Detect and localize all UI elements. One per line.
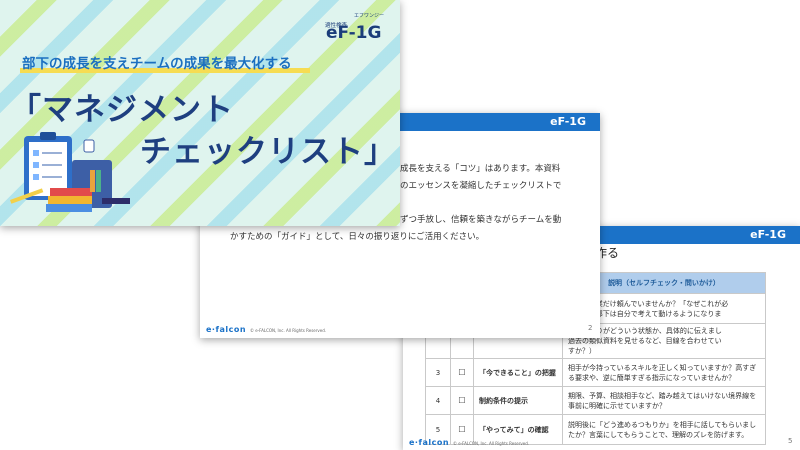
checkbox[interactable]: ☐ (450, 358, 474, 387)
row-item: 「今できること」の把握 (473, 358, 563, 387)
header-logo: eF-1G (550, 115, 586, 128)
cover-title-line2: チェックリスト」 (140, 134, 396, 170)
cover-title-line1: 「マネジメント (10, 92, 234, 128)
footer-logo: e·falcon (206, 325, 247, 334)
row-item: 制約条件の提示 (473, 386, 563, 415)
table-row: 3 ☐ 「今できること」の把握 相手が今持っているスキルを正しく知っていますか？… (425, 358, 766, 387)
table-row: 4 ☐ 制約条件の提示 期限、予算、相談相手など、踏み越えてはいけない境界線を事… (425, 386, 766, 415)
row-number: 4 (425, 386, 451, 415)
brand-logo: eF-1G (326, 23, 382, 43)
cover-subtitle: 部下の成長を支えチームの成果を最大化する (22, 56, 292, 72)
checkbox[interactable]: ☐ (450, 386, 474, 415)
footer-copyright: © e-FALCON, Inc. All Rights Reserved. (453, 441, 530, 446)
checkbox[interactable]: ☐ (450, 414, 474, 445)
footer-copyright: © e-FALCON, Inc. All Rights Reserved. (250, 328, 327, 333)
table-row: 5 ☐ 「やってみて」の確認 説明後に「どう進めるつもりか」を相手に話してもらい… (425, 414, 766, 445)
page-number: 2 (588, 324, 593, 332)
footer-logo: e·falcon (409, 438, 450, 447)
intro-line: かすための「ガイド」として、日々の振り返りにご活用ください。 (230, 232, 485, 242)
row-desc: 相手が今持っているスキルを正しく知っていますか？高すぎる要求や、逆に簡単すぎる指… (562, 358, 766, 387)
page-number: 5 (788, 437, 793, 445)
intro-line: ずつ手放し、信頼を築きながらチームを動 (400, 215, 562, 225)
intro-line: 成長を支える「コツ」はあります。本資料 (400, 164, 561, 174)
cover-slide: エフワンジー 適性検査 eF-1G 部下の成長を支えチームの成果を最大化する 「… (0, 0, 400, 226)
row-desc: 期限、予算、相談相手など、踏み越えてはいけない境界線を事前に明確に示せていますか… (562, 386, 766, 415)
row-item: 「やってみて」の確認 (473, 414, 563, 445)
clipboard-illustration-icon (10, 132, 130, 212)
header-logo: eF-1G (750, 228, 786, 241)
row-desc: 説明後に「どう進めるつもりか」を相手に話してもらいましたか？言葉にしてもらうこと… (562, 414, 766, 445)
intro-line: のエッセンスを凝縮したチェックリストで (400, 181, 562, 191)
row-number: 3 (425, 358, 451, 387)
brand-kana: エフワンジー (354, 13, 385, 19)
